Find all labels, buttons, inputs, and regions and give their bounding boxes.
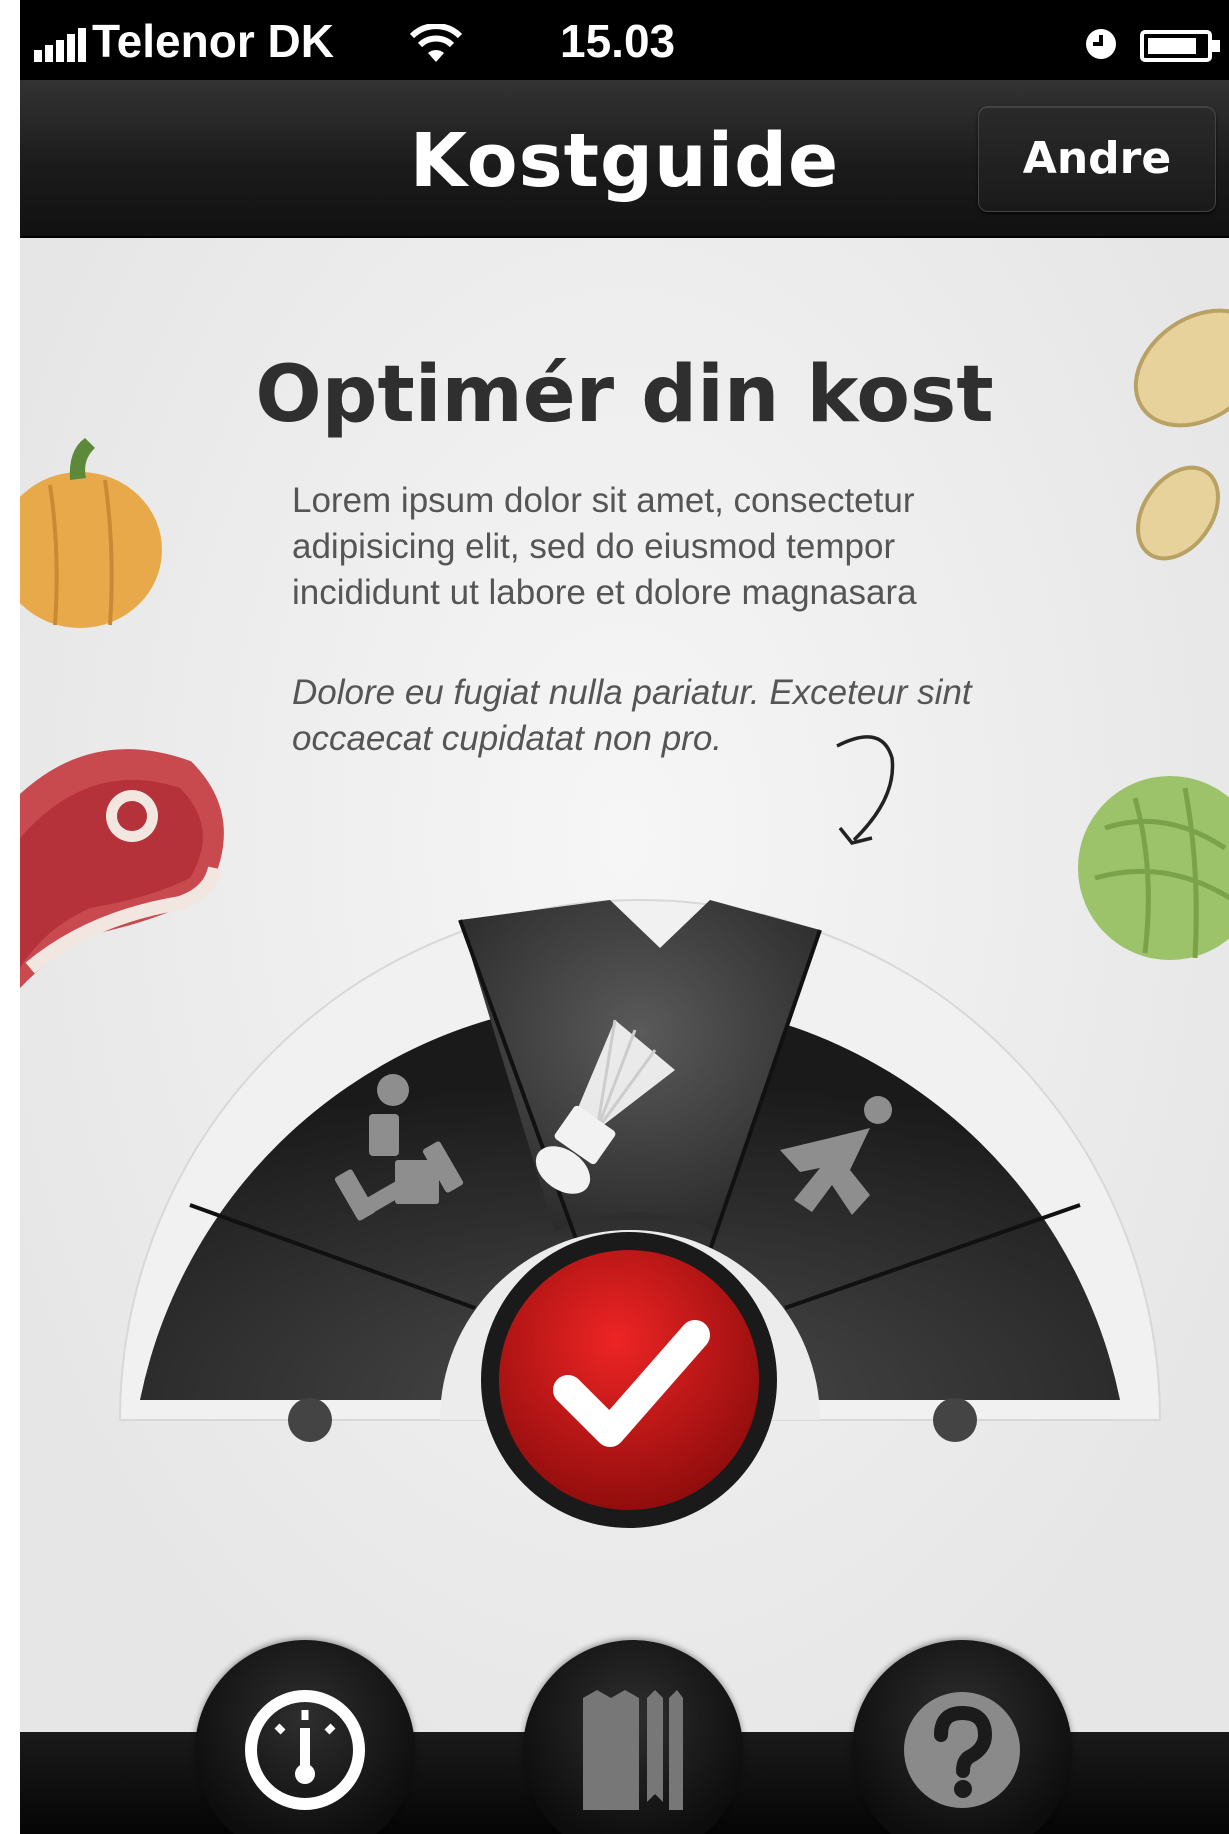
battery-icon <box>1140 30 1220 62</box>
help-icon <box>904 1692 1020 1808</box>
wifi-icon <box>409 24 463 62</box>
body-text: Lorem ipsum dolor sit amet, consectetur … <box>292 481 917 612</box>
clock-icon <box>1086 29 1116 59</box>
potato-illustration <box>1133 308 1229 561</box>
gauge-icon <box>245 1690 365 1810</box>
phone-screen: Telenor DK 15.03 Kostguide Andre Optimér… <box>20 0 1229 1834</box>
receipt-icon <box>583 1690 683 1810</box>
confirm-button[interactable] <box>481 1232 777 1528</box>
headline: Optimér din kost <box>255 350 994 440</box>
nav-bar: Kostguide Andre <box>20 80 1229 238</box>
signal-icon <box>34 28 86 62</box>
activity-selector <box>118 899 1162 1528</box>
status-bar: Telenor DK 15.03 <box>20 0 1229 80</box>
status-time: 15.03 <box>560 15 676 67</box>
carrier-name: Telenor DK <box>92 15 334 67</box>
andre-button[interactable]: Andre <box>978 106 1216 212</box>
